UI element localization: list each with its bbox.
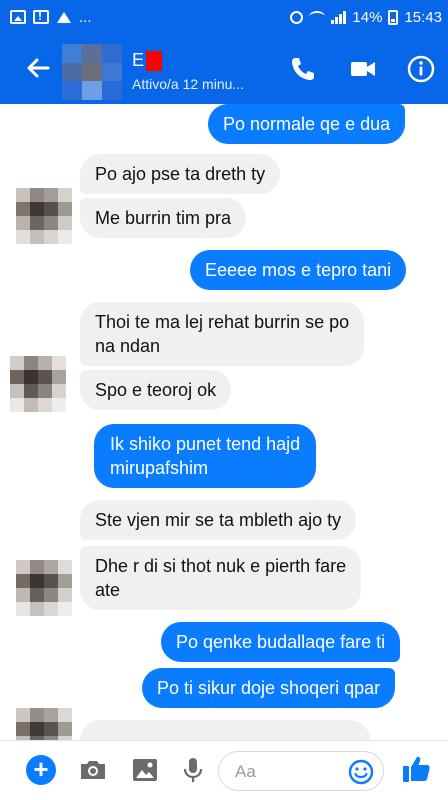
message-line: mirupafshim bbox=[110, 458, 209, 478]
sender-avatar-blurred[interactable] bbox=[16, 188, 72, 244]
phone-icon[interactable] bbox=[288, 54, 318, 84]
conversation-header: E Attivo/a 12 minu... bbox=[0, 34, 448, 104]
message-outgoing[interactable]: Po qenke budallaqe fare ti bbox=[161, 622, 401, 662]
message-line: Dhe r di si thot nuk e pierth fare bbox=[95, 556, 347, 576]
message-outgoing[interactable]: Po normale qe e dua bbox=[208, 104, 406, 144]
message-thread[interactable]: Po normale qe e dua Po ajo pse ta dreth … bbox=[0, 104, 448, 740]
video-camera-icon[interactable] bbox=[348, 54, 378, 84]
contact-initial: E bbox=[132, 50, 145, 70]
alert-icon bbox=[33, 9, 49, 24]
microphone-icon[interactable] bbox=[178, 755, 208, 785]
image-icon bbox=[10, 10, 26, 24]
message-incoming[interactable]: Ste vjen mir se ta mbleth ajo ty bbox=[80, 500, 357, 540]
message-input-placeholder: Aa bbox=[235, 762, 256, 781]
message-line: na ndan bbox=[95, 336, 161, 356]
sender-avatar-blurred[interactable] bbox=[16, 560, 72, 616]
back-arrow-icon[interactable] bbox=[24, 54, 52, 82]
alarm-icon bbox=[290, 10, 304, 24]
message-line: Ik shiko punet tend hajd bbox=[110, 434, 301, 454]
cut-icon bbox=[57, 12, 71, 23]
message-incoming[interactable]: Thoi te ma lej rehat burrin se po na nda… bbox=[80, 302, 365, 366]
sender-avatar-blurred[interactable] bbox=[10, 356, 66, 412]
contact-active-status: Attivo/a 12 minu... bbox=[132, 76, 245, 92]
gallery-icon[interactable] bbox=[130, 755, 160, 785]
message-incoming-partial[interactable] bbox=[80, 720, 370, 740]
status-bar-left: ... bbox=[10, 9, 92, 26]
name-redaction bbox=[146, 50, 163, 71]
clock-time: 15:43 bbox=[404, 8, 442, 26]
message-incoming[interactable]: Po ajo pse ta dreth ty bbox=[80, 154, 281, 194]
message-line: ate bbox=[95, 580, 121, 600]
plus-icon[interactable]: + bbox=[26, 755, 56, 785]
message-composer-bar: + Aa bbox=[0, 740, 448, 800]
battery-icon bbox=[388, 9, 399, 25]
like-icon[interactable] bbox=[400, 753, 432, 785]
wifi-icon bbox=[309, 11, 326, 23]
message-incoming[interactable]: Me burrin tim pra bbox=[80, 198, 247, 238]
message-outgoing[interactable]: Po ti sikur doje shoqeri qpar bbox=[142, 668, 396, 708]
message-line: Thoi te ma lej rehat burrin se po bbox=[95, 312, 350, 332]
status-bar-right: 14% 15:43 bbox=[290, 9, 442, 26]
message-incoming[interactable]: Dhe r di si thot nuk e pierth fare ate bbox=[80, 546, 362, 610]
sender-avatar-blurred[interactable] bbox=[16, 708, 72, 740]
status-more: ... bbox=[79, 8, 92, 26]
message-outgoing[interactable]: Ik shiko punet tend hajd mirupafshim bbox=[94, 424, 317, 488]
message-incoming[interactable]: Spo e teoroj ok bbox=[80, 370, 232, 410]
contact-avatar-blurred[interactable] bbox=[62, 44, 122, 100]
message-outgoing[interactable]: Eeeee mos e tepro tani bbox=[190, 250, 407, 290]
contact-name[interactable]: E bbox=[132, 50, 163, 71]
status-bar: ... 14% 15:43 bbox=[0, 0, 448, 34]
camera-icon[interactable] bbox=[78, 755, 108, 785]
signal-icon bbox=[331, 10, 347, 24]
message-input[interactable]: Aa bbox=[218, 751, 384, 791]
info-icon[interactable] bbox=[406, 54, 436, 84]
emoji-icon[interactable] bbox=[347, 758, 375, 786]
battery-percent: 14% bbox=[352, 8, 383, 26]
